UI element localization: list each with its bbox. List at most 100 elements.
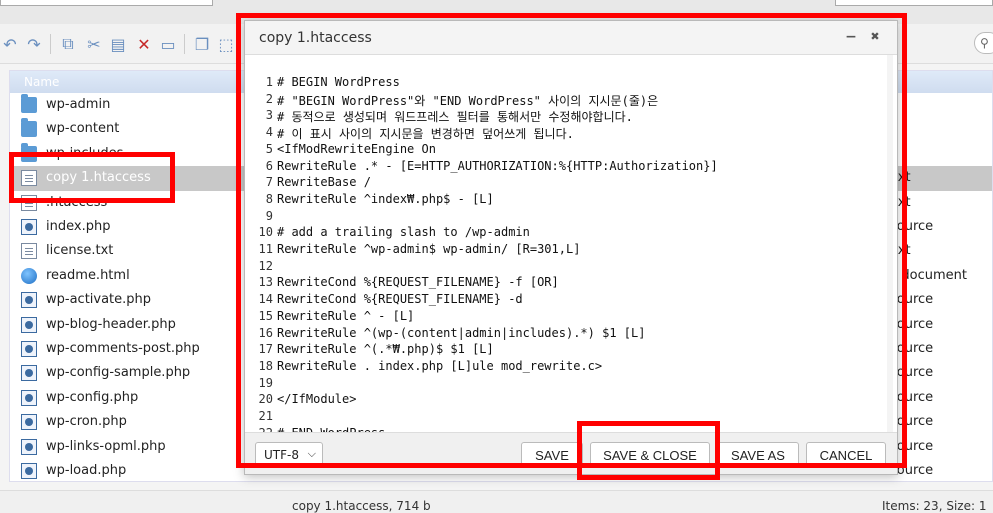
rename-icon[interactable]: ▭ bbox=[158, 34, 178, 54]
status-items: Items: 23, Size: 1 bbox=[882, 499, 987, 513]
line-text: # 동적으로 생성되며 워드프레스 필터를 통해서만 수정해야합니다. bbox=[277, 110, 633, 125]
top-tab-right bbox=[835, 0, 993, 6]
file-name: wp-blog-header.php bbox=[46, 316, 176, 332]
php-file-icon bbox=[21, 219, 37, 235]
file-name: wp-config-sample.php bbox=[46, 365, 191, 381]
file-name: .htaccess bbox=[46, 194, 108, 210]
line-text: RewriteRule ^index₩.php$ - [L] bbox=[277, 191, 494, 206]
php-file-icon bbox=[21, 365, 37, 382]
line-text: RewriteRule ^(wp-(content|admin|includes… bbox=[277, 325, 646, 340]
line-text: RewriteCond %{REQUEST_FILENAME} -d bbox=[277, 292, 523, 307]
paste-icon[interactable]: ▤ bbox=[108, 34, 128, 54]
code-editor[interactable]: 1 # BEGIN WordPress 2 # "BEGIN WordPress"와 … bbox=[251, 55, 893, 432]
line-text: RewriteCond %{REQUEST_FILENAME} -f [OR] bbox=[277, 275, 559, 290]
line-text: RewriteRule ^ - [L] bbox=[277, 308, 415, 323]
line-number: 12 bbox=[258, 258, 273, 273]
line-number: 21 bbox=[258, 409, 273, 423]
line-text: RewriteRule .* - [E=HTTP_AUTHORIZATION:%… bbox=[277, 158, 718, 173]
back-icon[interactable]: ↶ bbox=[0, 34, 20, 54]
line-number: 16 bbox=[258, 325, 273, 340]
edit-file-dialog: copy 1.htaccess − ✖ 1 # BEGIN WordPress 2 #… bbox=[244, 20, 898, 475]
line-number: 18 bbox=[258, 358, 273, 373]
search-icon[interactable]: ⚲ bbox=[974, 32, 993, 54]
toolbar-divider bbox=[50, 34, 51, 54]
file-name: wp-content bbox=[46, 121, 120, 137]
line-number: 20 bbox=[258, 392, 273, 407]
line-number: 10 bbox=[258, 225, 273, 240]
file-name: wp-admin bbox=[46, 97, 111, 112]
dialog-title-bar[interactable]: copy 1.htaccess − ✖ bbox=[245, 21, 897, 55]
cut-icon[interactable]: ✂ bbox=[84, 34, 104, 54]
file-name: wp-comments-post.php bbox=[46, 341, 200, 356]
globe-icon bbox=[21, 267, 37, 284]
file-name: readme.html bbox=[46, 267, 130, 283]
select-icon[interactable]: ⬚ bbox=[216, 34, 236, 54]
php-file-icon bbox=[21, 463, 37, 479]
file-type: L document bbox=[890, 267, 967, 283]
folder-icon bbox=[21, 142, 37, 162]
file-name: wp-load.php bbox=[46, 463, 127, 478]
file-name: index.php bbox=[46, 219, 111, 234]
text-file-icon bbox=[21, 194, 37, 211]
php-file-icon bbox=[21, 414, 37, 431]
dialog-title: copy 1.htaccess bbox=[259, 30, 372, 46]
cancel-button[interactable]: CANCEL bbox=[806, 442, 886, 468]
line-number: 14 bbox=[258, 292, 273, 307]
line-number: 2 bbox=[265, 91, 273, 106]
line-text: RewriteRule . index.php [L]ule mod_rewri… bbox=[277, 358, 603, 373]
top-tab-left bbox=[0, 0, 213, 6]
line-number: 4 bbox=[265, 125, 273, 140]
copy-icon[interactable]: ⧉ bbox=[58, 34, 78, 54]
chevron-down-icon: ⌵ bbox=[307, 447, 316, 460]
line-text: RewriteBase / bbox=[277, 175, 371, 190]
line-number: 15 bbox=[258, 308, 273, 323]
save-as-button[interactable]: SAVE AS bbox=[717, 442, 799, 468]
encoding-value: UTF-8 bbox=[264, 448, 299, 462]
line-text: RewriteRule ^(.*₩.php)$ $1 [L] bbox=[277, 342, 494, 357]
folder-icon bbox=[21, 94, 37, 113]
editor-scrollbar[interactable] bbox=[887, 55, 893, 432]
folder-icon bbox=[21, 118, 37, 138]
encoding-select[interactable]: UTF-8 ⌵ bbox=[255, 442, 323, 468]
text-file-icon bbox=[21, 243, 37, 260]
delete-icon[interactable]: ✕ bbox=[134, 34, 154, 54]
line-number: 17 bbox=[258, 342, 273, 357]
save-button[interactable]: SAVE bbox=[521, 442, 583, 468]
close-icon[interactable]: ✖ bbox=[867, 29, 883, 45]
file-name: wp-cron.php bbox=[46, 414, 127, 430]
line-text: # 이 표시 사이의 지시문을 변경하면 덮어쓰게 됩니다. bbox=[277, 127, 574, 142]
line-number: 7 bbox=[265, 175, 273, 190]
line-text: </IfModule> bbox=[277, 392, 357, 407]
line-number: 3 bbox=[265, 108, 273, 123]
status-bar: copy 1.htaccess, 714 b Items: 23, Size: … bbox=[0, 490, 993, 513]
save-and-close-button[interactable]: SAVE & CLOSE bbox=[590, 442, 710, 468]
file-name: wp-activate.php bbox=[46, 292, 152, 308]
line-text: RewriteRule ^wp-admin$ wp-admin/ [R=301,… bbox=[277, 242, 581, 256]
file-name: wp-includes bbox=[46, 145, 124, 161]
line-text: <IfModRewriteEngine On bbox=[277, 141, 436, 156]
status-selected-file: copy 1.htaccess, 714 b bbox=[292, 499, 431, 513]
php-file-icon bbox=[21, 389, 37, 406]
file-name: copy 1.htaccess bbox=[46, 170, 151, 186]
php-file-icon bbox=[21, 438, 37, 455]
column-header-name[interactable]: Name bbox=[24, 75, 59, 89]
line-text: # add a trailing slash to /wp-admin bbox=[277, 225, 530, 240]
line-text: # BEGIN WordPress bbox=[277, 75, 400, 89]
line-number: 6 bbox=[265, 158, 273, 173]
text-file-icon bbox=[21, 170, 37, 187]
line-number: 13 bbox=[258, 275, 273, 290]
duplicate-icon[interactable]: ❐ bbox=[192, 34, 212, 54]
file-name: wp-config.php bbox=[46, 389, 139, 405]
file-name: wp-links-opml.php bbox=[46, 438, 166, 454]
line-number: 1 bbox=[265, 75, 273, 89]
php-file-icon bbox=[21, 316, 37, 333]
dialog-footer: UTF-8 ⌵ SAVE SAVE & CLOSE SAVE AS CANCEL bbox=[245, 432, 897, 474]
minimize-icon[interactable]: − bbox=[843, 29, 859, 45]
line-text: # "BEGIN WordPress"와 "END WordPress" 사이의… bbox=[277, 93, 659, 108]
line-number: 11 bbox=[258, 242, 273, 256]
line-number: 9 bbox=[265, 208, 273, 223]
forward-icon[interactable]: ↷ bbox=[24, 34, 44, 54]
php-file-icon bbox=[21, 341, 37, 357]
line-number: 5 bbox=[265, 141, 273, 156]
toolbar-divider bbox=[184, 34, 185, 54]
